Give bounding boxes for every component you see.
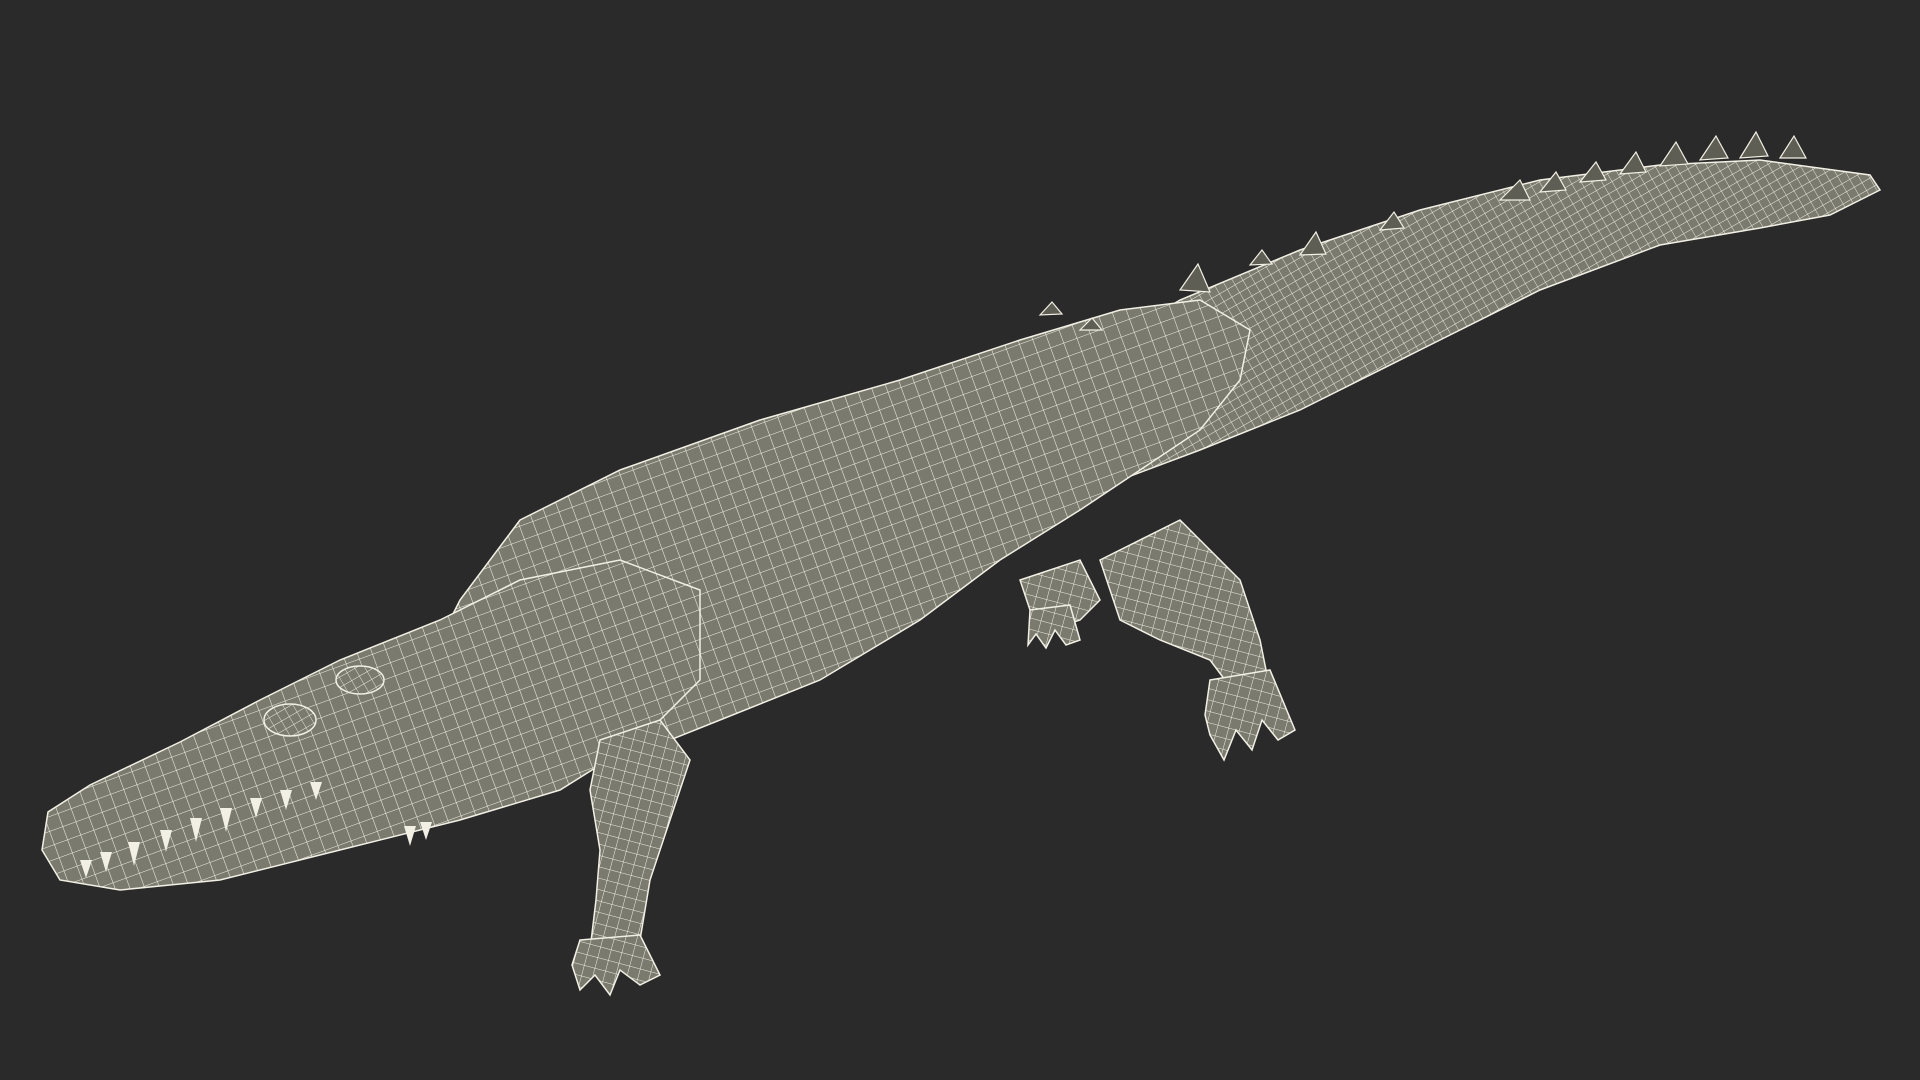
rear-foot-near bbox=[1204, 669, 1296, 762]
rear-leg-near bbox=[1099, 519, 1271, 701]
eye-bump-left bbox=[263, 703, 317, 737]
front-leg-near bbox=[589, 719, 691, 961]
rear-foot-far bbox=[1027, 604, 1081, 650]
wireframe-render bbox=[41, 130, 1882, 997]
front-foot-near bbox=[571, 934, 662, 997]
render-viewport bbox=[0, 0, 1920, 1080]
eye-bump-right bbox=[335, 665, 385, 695]
